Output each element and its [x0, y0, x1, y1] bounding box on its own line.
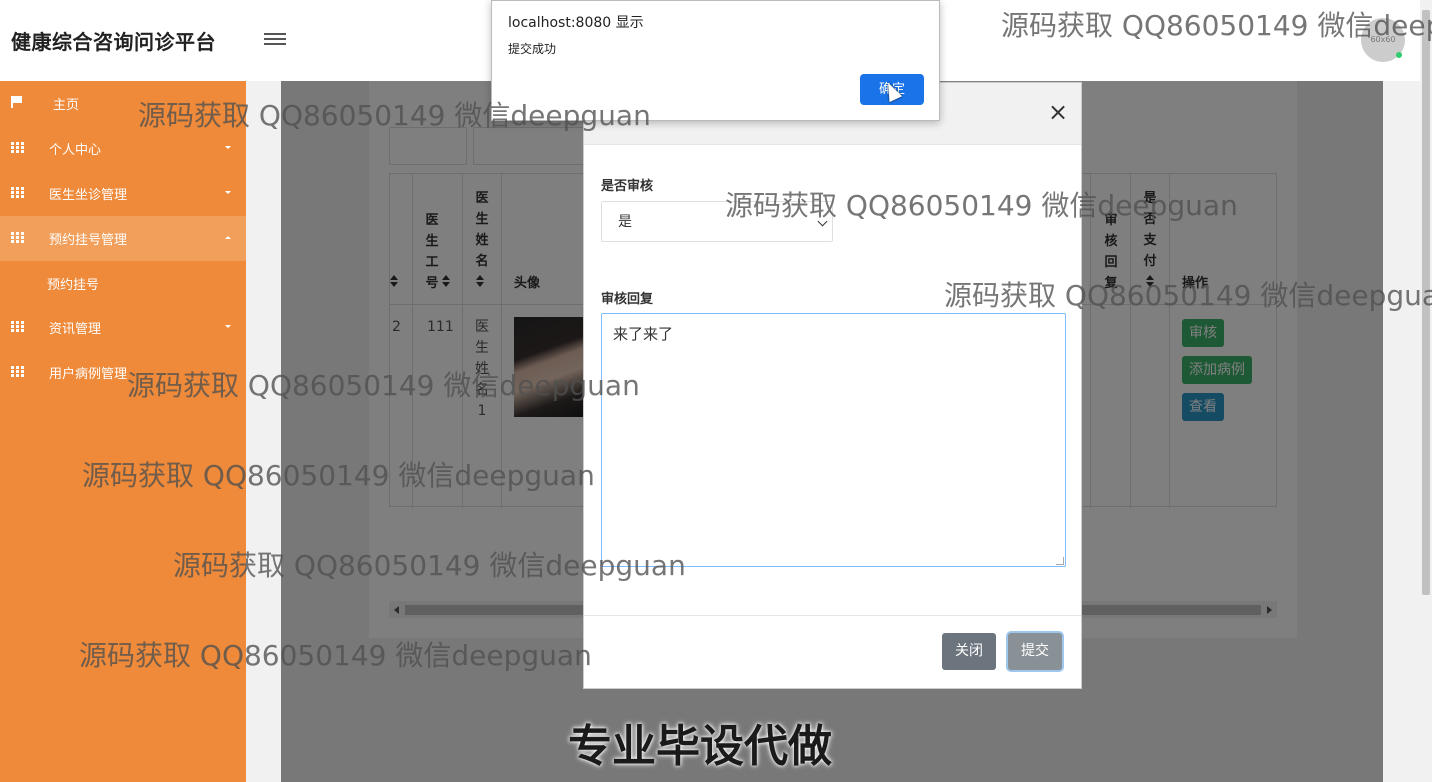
- sidebar-item-label: 资讯管理: [49, 322, 102, 337]
- grid-icon: [11, 187, 24, 198]
- grid-icon: [11, 366, 24, 377]
- grid-icon: [11, 142, 24, 153]
- page-vertical-scrollbar[interactable]: [1420, 0, 1432, 782]
- sidebar-item-appointment-management[interactable]: 预约挂号管理: [0, 216, 246, 261]
- review-status-select[interactable]: 是: [601, 201, 833, 242]
- sidebar-item-personal-center[interactable]: 个人中心: [0, 126, 246, 171]
- modal-footer-divider: [584, 615, 1081, 616]
- review-reply-value: 来了来了: [613, 325, 674, 343]
- flag-icon: [11, 96, 23, 108]
- close-icon[interactable]: ×: [1048, 98, 1068, 126]
- browser-alert-dialog: localhost:8080 显示 提交成功 确定: [491, 0, 940, 121]
- review-reply-label: 审核回复: [601, 292, 654, 307]
- alert-title: localhost:8080 显示: [508, 15, 644, 31]
- sidebar-item-label: 预约挂号管理: [49, 233, 128, 248]
- sidebar-item-label: 主页: [53, 98, 80, 113]
- grid-icon: [11, 321, 24, 332]
- page-scroll-thumb[interactable]: [1422, 10, 1430, 595]
- sidebar-item-label: 用户病例管理: [49, 367, 128, 382]
- grid-icon: [11, 232, 24, 243]
- watermark-banner: 专业毕设代做: [568, 721, 832, 772]
- caret-down-icon: [225, 191, 231, 194]
- caret-down-icon: [225, 325, 231, 328]
- review-reply-textarea[interactable]: 来了来了: [601, 313, 1066, 567]
- online-status-dot: [1396, 52, 1402, 58]
- sidebar: 主页 个人中心 医生坐诊管理 预约挂号管理 预约挂号 资讯管理 用户病例管理: [0, 81, 246, 782]
- caret-down-icon: [225, 146, 231, 149]
- sidebar-item-case-management[interactable]: 用户病例管理: [0, 350, 246, 395]
- sidebar-item-label: 个人中心: [49, 143, 102, 158]
- review-status-value: 是: [618, 214, 632, 230]
- sidebar-item-label: 医生坐诊管理: [49, 188, 128, 203]
- review-modal: × 是否审核 是 审核回复 来了来了 关闭 提交: [583, 82, 1082, 689]
- caret-up-icon: [225, 236, 231, 239]
- resize-handle-icon[interactable]: [1056, 557, 1064, 565]
- app-title: 健康综合咨询问诊平台: [11, 30, 216, 54]
- chevron-down-icon: [817, 216, 828, 227]
- sidebar-subitem-appointment[interactable]: 预约挂号: [0, 261, 246, 305]
- sidebar-item-news-management[interactable]: 资讯管理: [0, 305, 246, 350]
- close-button[interactable]: 关闭: [942, 633, 996, 670]
- review-status-label: 是否审核: [601, 179, 654, 194]
- menu-toggle-icon[interactable]: [264, 30, 286, 48]
- alert-message: 提交成功: [508, 42, 557, 56]
- submit-button[interactable]: 提交: [1008, 633, 1062, 670]
- sidebar-item-home[interactable]: 主页: [0, 81, 246, 126]
- sidebar-item-doctor-schedule[interactable]: 医生坐诊管理: [0, 171, 246, 216]
